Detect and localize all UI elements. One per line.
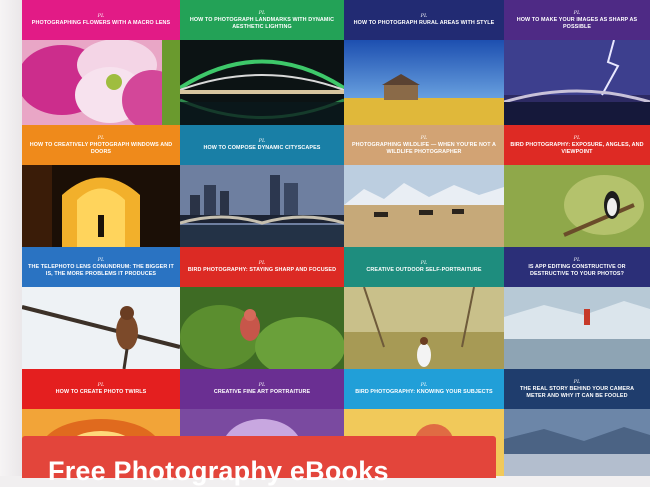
publisher-logo: PL: [258, 260, 266, 267]
publisher-logo: PL: [97, 13, 105, 20]
cover-photo-owl-branch: [22, 287, 180, 369]
cover-title: How to Creatively Photograph Windows and…: [29, 142, 173, 155]
cover-title: How to Photograph Landmarks with Dynamic…: [189, 17, 335, 30]
publisher-logo: PL: [258, 10, 266, 17]
ebook-cover[interactable]: PL Bird Photography: Exposure, Angles, a…: [504, 125, 650, 247]
publisher-logo: PL: [573, 379, 581, 386]
cover-photo-cityscape: [180, 165, 344, 247]
cover-banner: PL How to Photograph Rural Areas with St…: [344, 0, 504, 40]
publisher-logo: PL: [97, 257, 105, 264]
cover-photo-wild-horses: [344, 165, 504, 247]
cover-title: The Real Story Behind Your Camera Meter …: [519, 386, 635, 399]
ebook-cover[interactable]: PL How to Creatively Photograph Windows …: [22, 125, 180, 247]
cover-banner: PL How to Create Photo Twirls: [22, 369, 180, 409]
cover-banner: PL Bird Photography: Knowing Your Subjec…: [344, 369, 504, 409]
publisher-logo: PL: [573, 10, 581, 17]
ebook-cover-grid: PL Photographing Flowers with a Macro Le…: [22, 0, 650, 476]
cover-photo-lightning-bridge: [504, 40, 650, 125]
publisher-logo: PL: [420, 135, 428, 142]
cover-title: How to Compose Dynamic Cityscapes: [203, 145, 321, 152]
publisher-logo: PL: [420, 260, 428, 267]
cover-banner: PL Photographing Flowers with a Macro Le…: [22, 0, 180, 40]
ebook-cover[interactable]: PL The Real Story Behind Your Camera Met…: [504, 369, 650, 476]
cover-title: Bird Photography: Knowing Your Subjects: [355, 389, 493, 396]
cover-photo-archway: [22, 165, 180, 247]
cover-title: Bird Photography: Staying Sharp and Focu…: [187, 267, 337, 274]
publisher-logo: PL: [97, 382, 105, 389]
free-ebooks-banner[interactable]: Free Photography eBooks: [22, 436, 496, 486]
cover-banner: PL Photographing Wildlife — When You're …: [344, 125, 504, 165]
ebook-cover[interactable]: PL Is App Editing Constructive or Destru…: [504, 247, 650, 369]
ebook-cover[interactable]: PL How to Compose Dynamic Cityscapes: [180, 125, 344, 247]
ebook-cover[interactable]: PL The Telephoto Lens Conundrum: The Big…: [22, 247, 180, 369]
cover-banner: PL How to Make Your Images as Sharp as P…: [504, 0, 650, 40]
cover-title: Photographing Flowers with a Macro Lens: [31, 20, 171, 27]
left-edge-shadow: [0, 0, 24, 476]
cover-photo-bridge-night: [180, 40, 344, 125]
cover-banner: PL Bird Photography: Staying Sharp and F…: [180, 247, 344, 287]
publisher-logo: PL: [573, 257, 581, 264]
cover-photo-misty-valley: [504, 409, 650, 476]
cover-title: Creative Outdoor Self-Portraiture: [366, 267, 482, 274]
cover-title: The Telephoto Lens Conundrum: The Bigger…: [28, 264, 174, 277]
cover-title: How to Create Photo Twirls: [55, 389, 147, 396]
ebook-cover[interactable]: PL Photographing Wildlife — When You're …: [344, 125, 504, 247]
publisher-logo: PL: [258, 382, 266, 389]
cover-banner: PL Bird Photography: Exposure, Angles, a…: [504, 125, 650, 165]
cover-banner: PL Creative Fine Art Portraiture: [180, 369, 344, 409]
ebook-cover[interactable]: PL How to Photograph Landmarks with Dyna…: [180, 0, 344, 125]
ebook-cover[interactable]: PL Creative Outdoor Self-Portraiture: [344, 247, 504, 369]
cover-banner: PL Creative Outdoor Self-Portraiture: [344, 247, 504, 287]
banner-headline: Free Photography eBooks: [48, 456, 389, 486]
cover-photo-glacier: [504, 287, 650, 369]
publisher-logo: PL: [420, 13, 428, 20]
cover-banner: PL Is App Editing Constructive or Destru…: [504, 247, 650, 287]
publisher-logo: PL: [573, 135, 581, 142]
cover-title: Bird Photography: Exposure, Angles, and …: [510, 142, 644, 155]
cover-photo-barn-field: [344, 40, 504, 125]
cover-banner: PL How to Photograph Landmarks with Dyna…: [180, 0, 344, 40]
publisher-logo: PL: [258, 138, 266, 145]
cover-photo-self-portrait: [344, 287, 504, 369]
cover-banner: PL How to Compose Dynamic Cityscapes: [180, 125, 344, 165]
ebook-cover[interactable]: PL How to Photograph Rural Areas with St…: [344, 0, 504, 125]
cover-photo-bird-leaves: [180, 287, 344, 369]
cover-photo-flower: [22, 40, 180, 125]
cover-banner: PL How to Creatively Photograph Windows …: [22, 125, 180, 165]
cover-title: How to Photograph Rural Areas with Style: [353, 20, 495, 27]
ebook-cover[interactable]: PL Photographing Flowers with a Macro Le…: [22, 0, 180, 125]
cover-title: Is App Editing Constructive or Destructi…: [528, 264, 626, 277]
ebook-cover[interactable]: PL Bird Photography: Staying Sharp and F…: [180, 247, 344, 369]
cover-title: Photographing Wildlife — When You're Not…: [351, 142, 497, 155]
cover-banner: PL The Real Story Behind Your Camera Met…: [504, 369, 650, 409]
cover-photo-kingfisher: [504, 165, 650, 247]
ebook-cover[interactable]: PL How to Make Your Images as Sharp as P…: [504, 0, 650, 125]
cover-title: Creative Fine Art Portraiture: [213, 389, 311, 396]
cover-banner: PL The Telephoto Lens Conundrum: The Big…: [22, 247, 180, 287]
publisher-logo: PL: [420, 382, 428, 389]
cover-title: How to Make Your Images as Sharp as Poss…: [516, 17, 638, 30]
publisher-logo: PL: [97, 135, 105, 142]
